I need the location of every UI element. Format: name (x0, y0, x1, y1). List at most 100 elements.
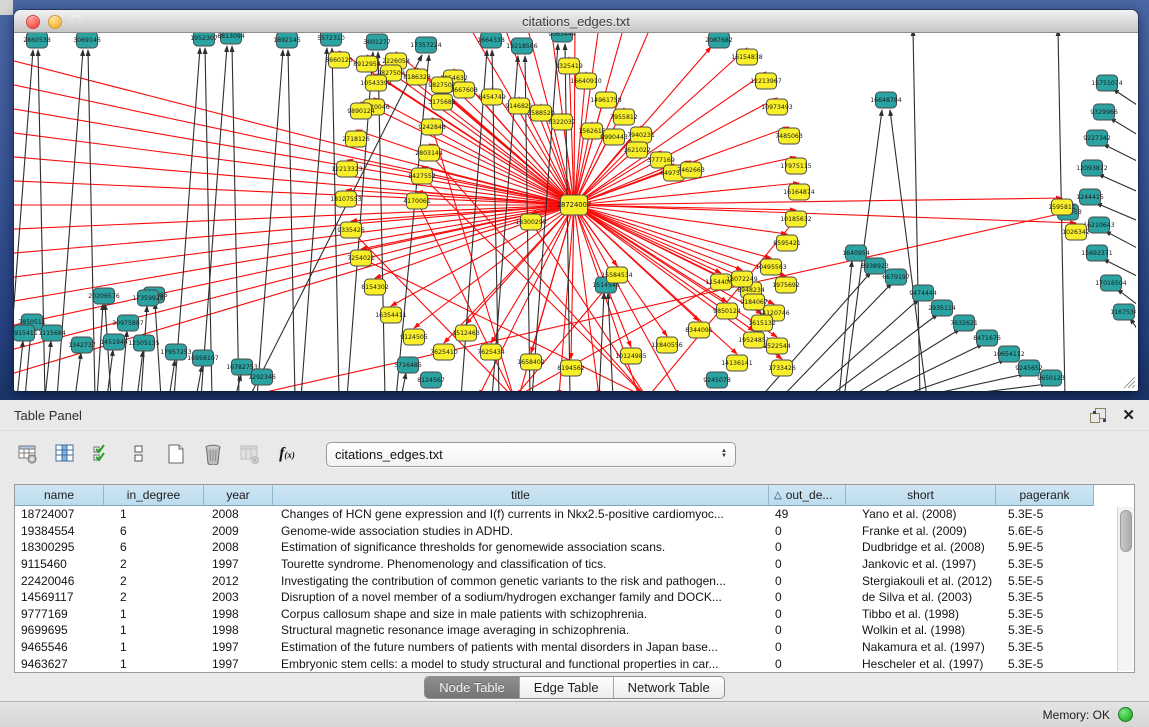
network-window-titlebar[interactable]: citations_edges.txt (14, 10, 1138, 33)
table-row[interactable]: 2242004622012Investigating the contribut… (15, 572, 1134, 589)
graph-node[interactable]: 2860538 (23, 33, 51, 48)
graph-node[interactable]: 16164874 (783, 184, 815, 200)
graph-node[interactable]: 8344091 (685, 322, 713, 338)
graph-node[interactable]: 8595421 (773, 235, 801, 251)
graph-node[interactable]: 7955812 (610, 109, 638, 125)
graph-node[interactable]: 14136141 (721, 355, 753, 371)
graph-node[interactable]: 9227342 (1083, 130, 1111, 146)
maximize-traffic-light[interactable] (70, 15, 82, 27)
scrollbar-thumb[interactable] (1120, 510, 1132, 552)
graph-node[interactable]: 1733426 (768, 360, 796, 376)
graph-node[interactable]: 1167534 (1110, 304, 1136, 320)
graph-node[interactable]: 6679197 (882, 269, 910, 285)
table-selector[interactable]: citations_edges.txt ▲▼ (326, 442, 736, 467)
graph-node[interactable]: 1451944 (100, 334, 128, 350)
select-columns-icon[interactable] (53, 442, 77, 466)
select-rows-check-icon[interactable] (90, 442, 114, 466)
graph-node[interactable]: 7625434 (477, 344, 505, 360)
table-row[interactable]: 1938455462009Genome-wide association stu… (15, 523, 1134, 540)
graph-node[interactable]: 9990443 (600, 129, 628, 145)
graph-node[interactable]: 1975692 (772, 277, 800, 293)
table-settings-icon[interactable] (16, 442, 40, 466)
graph-node[interactable]: 16958107 (187, 350, 219, 366)
graph-node[interactable]: 1026342 (1062, 224, 1090, 240)
graph-node[interactable]: 3175685 (428, 94, 456, 110)
graph-node[interactable]: 1595811 (1048, 199, 1076, 215)
graph-node[interactable]: 9890124 (347, 103, 375, 119)
table-vertical-scrollbar[interactable] (1117, 507, 1133, 671)
graph-node[interactable]: 9063444 (548, 33, 576, 42)
graph-node[interactable]: 12840556 (651, 337, 683, 353)
graph-node[interactable]: 9335426 (337, 222, 365, 238)
graph-node[interactable]: 12213967 (750, 73, 782, 89)
graph-node[interactable]: 1621022 (623, 142, 651, 158)
graph-node[interactable]: 10124985 (615, 348, 647, 364)
new-table-icon[interactable] (164, 442, 188, 466)
graph-node[interactable]: 9245652 (1015, 360, 1043, 376)
graph-node[interactable]: 8186328 (403, 69, 431, 85)
graph-node[interactable]: 5572310 (317, 33, 345, 46)
graph-node[interactable]: 3601277 (363, 34, 391, 50)
graph-node[interactable]: 1244415 (1076, 189, 1104, 205)
column-header-year[interactable]: year (204, 485, 273, 506)
close-icon[interactable]: ✕ (1122, 408, 1135, 423)
graph-node[interactable]: 7485063 (775, 128, 803, 144)
graph-node[interactable]: 2803144 (415, 145, 443, 161)
graph-node[interactable]: 5716485 (394, 357, 422, 373)
column-header-in_degree[interactable]: in_degree (104, 485, 204, 506)
graph-node[interactable]: 1615132 (748, 315, 776, 331)
graph-node[interactable]: 8660123 (325, 52, 353, 68)
graph-node[interactable]: 7462663 (677, 162, 705, 178)
graph-node[interactable]: 10973493 (761, 99, 793, 115)
graph-node[interactable]: 3069146 (73, 33, 101, 48)
table-row[interactable]: 1872400712008Changes of HCN gene express… (15, 506, 1134, 523)
table-row[interactable]: 911546021997Tourette syndrome. Phenomeno… (15, 556, 1134, 573)
graph-node[interactable]: 8124567 (417, 372, 445, 388)
column-header-short[interactable]: short (846, 485, 996, 506)
graph-node[interactable]: 8813094 (217, 33, 245, 44)
network-window[interactable]: citations_edges.txt 28605383069146195230… (14, 10, 1138, 391)
graph-node[interactable]: 17016504 (1095, 275, 1127, 291)
graph-node[interactable]: 8938923 (861, 258, 889, 274)
graph-node[interactable]: 1664338 (477, 33, 505, 48)
column-header-pagerank[interactable]: pagerank (996, 485, 1094, 506)
table-row[interactable]: 1830029562008Estimation of significance … (15, 539, 1134, 556)
graph-node[interactable]: 16154838 (731, 49, 763, 65)
graph-node[interactable]: 2935114 (928, 300, 956, 316)
table-row[interactable]: 969969511998Structural magnetic resonanc… (15, 622, 1134, 639)
graph-node[interactable]: 8194562 (557, 360, 585, 376)
graph-node[interactable]: 1325419 (555, 58, 583, 74)
network-canvas[interactable]: 2860538306914619523078813094189214555723… (14, 33, 1138, 391)
graph-node[interactable]: 9245078 (703, 372, 731, 388)
graph-node[interactable]: 2718126 (342, 131, 370, 147)
graph-hub-node[interactable]: 18724007 (557, 195, 592, 215)
tab-edge-table[interactable]: Edge Table (520, 677, 614, 698)
table-row[interactable]: 1456911722003Disruption of a novel membe… (15, 589, 1134, 606)
graph-node[interactable]: 7632621 (950, 315, 978, 331)
graph-node[interactable]: 9650123 (1037, 370, 1065, 386)
graph-node[interactable]: 7940231 (627, 127, 655, 143)
table-row[interactable]: 946362711997Embryonic stem cells: a mode… (15, 655, 1134, 672)
tab-network-table[interactable]: Network Table (614, 677, 724, 698)
column-header-out_de[interactable]: △out_de... (769, 485, 846, 506)
graph-node[interactable]: 8471676 (973, 330, 1001, 346)
graph-node[interactable]: 10495563 (755, 259, 787, 275)
graph-node[interactable]: 2087682 (705, 33, 733, 48)
graph-node[interactable]: 9474444 (909, 285, 937, 301)
delete-entries-icon[interactable] (201, 442, 225, 466)
graph-node[interactable]: 1892145 (273, 33, 301, 48)
graph-node[interactable]: 19218586 (506, 38, 538, 54)
table-row[interactable]: 946554611997Estimation of the future num… (15, 639, 1134, 656)
float-window-icon[interactable] (1090, 408, 1106, 423)
function-builder-icon[interactable]: f(x) (275, 442, 299, 466)
graph-node[interactable]: 1342737 (68, 337, 96, 353)
graph-node[interactable]: 16354411 (375, 307, 407, 323)
graph-node[interactable]: 15692371 (1081, 245, 1113, 261)
graph-node[interactable]: 1292346 (248, 369, 276, 385)
graph-node[interactable]: 7625410 (430, 344, 458, 360)
graph-node[interactable]: 4170061 (403, 193, 431, 209)
graph-node[interactable]: 9850124 (713, 303, 741, 319)
column-header-name[interactable]: name (15, 485, 104, 506)
graph-node[interactable]: 8427552 (408, 168, 436, 184)
graph-node[interactable]: 16648784 (870, 92, 902, 108)
